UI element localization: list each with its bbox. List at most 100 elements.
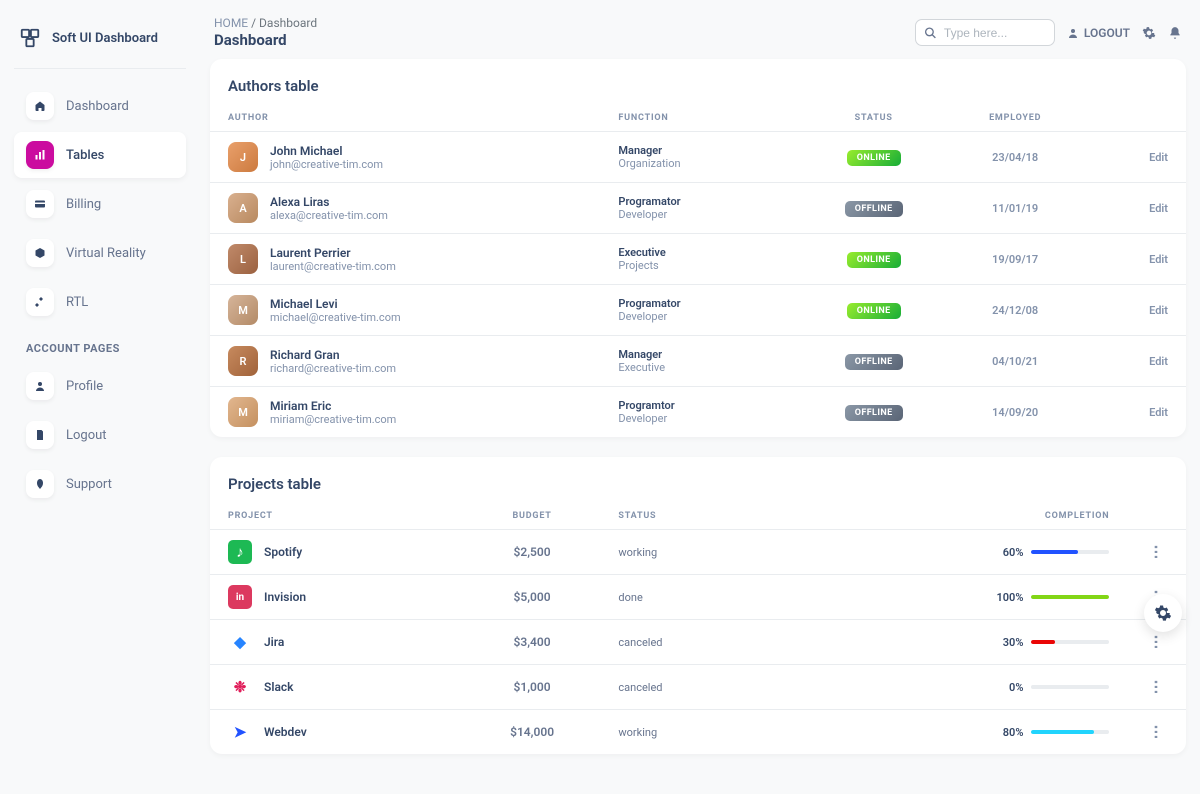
table-row: AAlexa Lirasalexa@creative-tim.com Progra… — [210, 183, 1186, 234]
avatar: J — [228, 142, 258, 172]
breadcrumb-home[interactable]: HOME — [214, 16, 248, 30]
completion: 100% — [872, 591, 1109, 604]
brand[interactable]: Soft UI Dashboard — [14, 20, 186, 69]
table-row: ❉Slack$1,000canceled0%⋯ — [210, 665, 1186, 710]
sidebar-item-profile[interactable]: Profile — [14, 363, 186, 409]
sidebar-heading-account: ACCOUNT PAGES — [14, 328, 186, 363]
author-email: michael@creative-tim.com — [270, 311, 401, 324]
page-title: Dashboard — [214, 31, 317, 49]
edit-link[interactable]: Edit — [1149, 202, 1168, 215]
project-name: Webdev — [264, 725, 307, 739]
completion-pct: 30% — [1003, 636, 1024, 649]
table-row: MMiriam Ericmiriam@creative-tim.comProgr… — [210, 387, 1186, 438]
topbar: HOME / Dashboard Dashboard LOGOUT — [210, 14, 1186, 59]
progress-bar — [1031, 595, 1109, 599]
progress-track — [1031, 550, 1109, 554]
home-icon — [26, 92, 54, 120]
budget: $5,000 — [514, 590, 551, 604]
sidebar-item-billing[interactable]: Billing — [14, 181, 186, 227]
user-icon — [1067, 27, 1079, 39]
project-icon: ❉ — [228, 675, 252, 699]
authors-card: Authors table AUTHOR FUNCTION STATUS EMP… — [210, 59, 1186, 437]
role: Programator — [618, 195, 787, 208]
author-cell: MMiriam Ericmiriam@creative-tim.com — [228, 397, 582, 427]
completion-pct: 100% — [996, 591, 1023, 604]
project-status: working — [618, 546, 657, 559]
col-completion: COMPLETION — [854, 503, 1127, 530]
progress-bar — [1031, 730, 1093, 734]
table-row: RRichard Granrichard@creative-tim.comMan… — [210, 336, 1186, 387]
project-status: canceled — [618, 636, 662, 649]
project-cell: ◆Jira — [228, 630, 446, 654]
sidebar-item-dashboard[interactable]: Dashboard — [14, 83, 186, 129]
author-cell: AAlexa Lirasalexa@creative-tim.com — [228, 193, 582, 223]
edit-link[interactable]: Edit — [1149, 355, 1168, 368]
completion-pct: 0% — [1009, 681, 1023, 694]
sidebar-item-vr[interactable]: Virtual Reality — [14, 230, 186, 276]
sidebar-item-rtl[interactable]: RTL — [14, 279, 186, 325]
author-name: Laurent Perrier — [270, 246, 396, 260]
status-badge: OFFLINE — [845, 201, 903, 217]
bell-icon[interactable] — [1168, 26, 1182, 40]
more-icon[interactable]: ⋯ — [1148, 545, 1166, 560]
progress-bar — [1031, 640, 1054, 644]
brand-text: Soft UI Dashboard — [52, 31, 158, 46]
author-email: john@creative-tim.com — [270, 158, 383, 171]
col-budget: BUDGET — [464, 503, 601, 530]
projects-card: Projects table PROJECT BUDGET STATUS COM… — [210, 457, 1186, 754]
author-name: Michael Levi — [270, 297, 401, 311]
brand-icon — [18, 26, 42, 50]
sidebar-item-label: Virtual Reality — [66, 246, 146, 261]
sidebar-item-support[interactable]: Support — [14, 461, 186, 507]
edit-link[interactable]: Edit — [1149, 151, 1168, 164]
main-content: HOME / Dashboard Dashboard LOGOUT — [200, 0, 1200, 794]
dept: Projects — [618, 259, 787, 272]
author-name: Miriam Eric — [270, 399, 396, 413]
dept: Organization — [618, 157, 787, 170]
breadcrumb-current: Dashboard — [259, 16, 317, 30]
dept: Executive — [618, 361, 787, 374]
author-cell: LLaurent Perrierlaurent@creative-tim.com — [228, 244, 582, 274]
employed-date: 19/09/17 — [942, 234, 1088, 285]
col-author: AUTHOR — [210, 105, 600, 132]
avatar: L — [228, 244, 258, 274]
employed-date: 23/04/18 — [942, 132, 1088, 183]
cube-icon — [26, 239, 54, 267]
logout-link[interactable]: LOGOUT — [1067, 26, 1130, 40]
project-icon: ♪ — [228, 540, 252, 564]
dept: Developer — [618, 208, 787, 221]
author-cell: JJohn Michaeljohn@creative-tim.com — [228, 142, 582, 172]
gear-icon[interactable] — [1142, 26, 1156, 40]
project-icon: ◆ — [228, 630, 252, 654]
sidebar-item-label: Profile — [66, 379, 103, 394]
edit-link[interactable]: Edit — [1149, 304, 1168, 317]
table-row: MMichael Levimichael@creative-tim.comPro… — [210, 285, 1186, 336]
more-icon[interactable]: ⋯ — [1148, 725, 1166, 740]
project-cell: ❉Slack — [228, 675, 446, 699]
edit-link[interactable]: Edit — [1149, 406, 1168, 419]
sidebar-item-label: RTL — [66, 295, 88, 310]
avatar: A — [228, 193, 258, 223]
sidebar-item-label: Dashboard — [66, 99, 129, 114]
col-status: STATUS — [805, 105, 942, 132]
progress-track — [1031, 685, 1109, 689]
author-cell: RRichard Granrichard@creative-tim.com — [228, 346, 582, 376]
project-status: canceled — [618, 681, 662, 694]
more-icon[interactable]: ⋯ — [1148, 680, 1166, 695]
author-name: Richard Gran — [270, 348, 396, 362]
card-icon — [26, 190, 54, 218]
sidebar-item-tables[interactable]: Tables — [14, 132, 186, 178]
budget: $14,000 — [510, 725, 554, 739]
projects-table: PROJECT BUDGET STATUS COMPLETION ♪Spotif… — [210, 503, 1186, 754]
author-email: richard@creative-tim.com — [270, 362, 396, 375]
more-icon[interactable]: ⋯ — [1148, 635, 1166, 650]
project-cell: inInvision — [228, 585, 446, 609]
role: Manager — [618, 144, 787, 157]
edit-link[interactable]: Edit — [1149, 253, 1168, 266]
settings-fab[interactable] — [1144, 594, 1182, 632]
authors-table: AUTHOR FUNCTION STATUS EMPLOYED JJohn Mi… — [210, 105, 1186, 437]
sidebar-item-logout[interactable]: Logout — [14, 412, 186, 458]
rocket-icon — [26, 470, 54, 498]
employed-date: 04/10/21 — [942, 336, 1088, 387]
budget: $2,500 — [514, 545, 551, 559]
